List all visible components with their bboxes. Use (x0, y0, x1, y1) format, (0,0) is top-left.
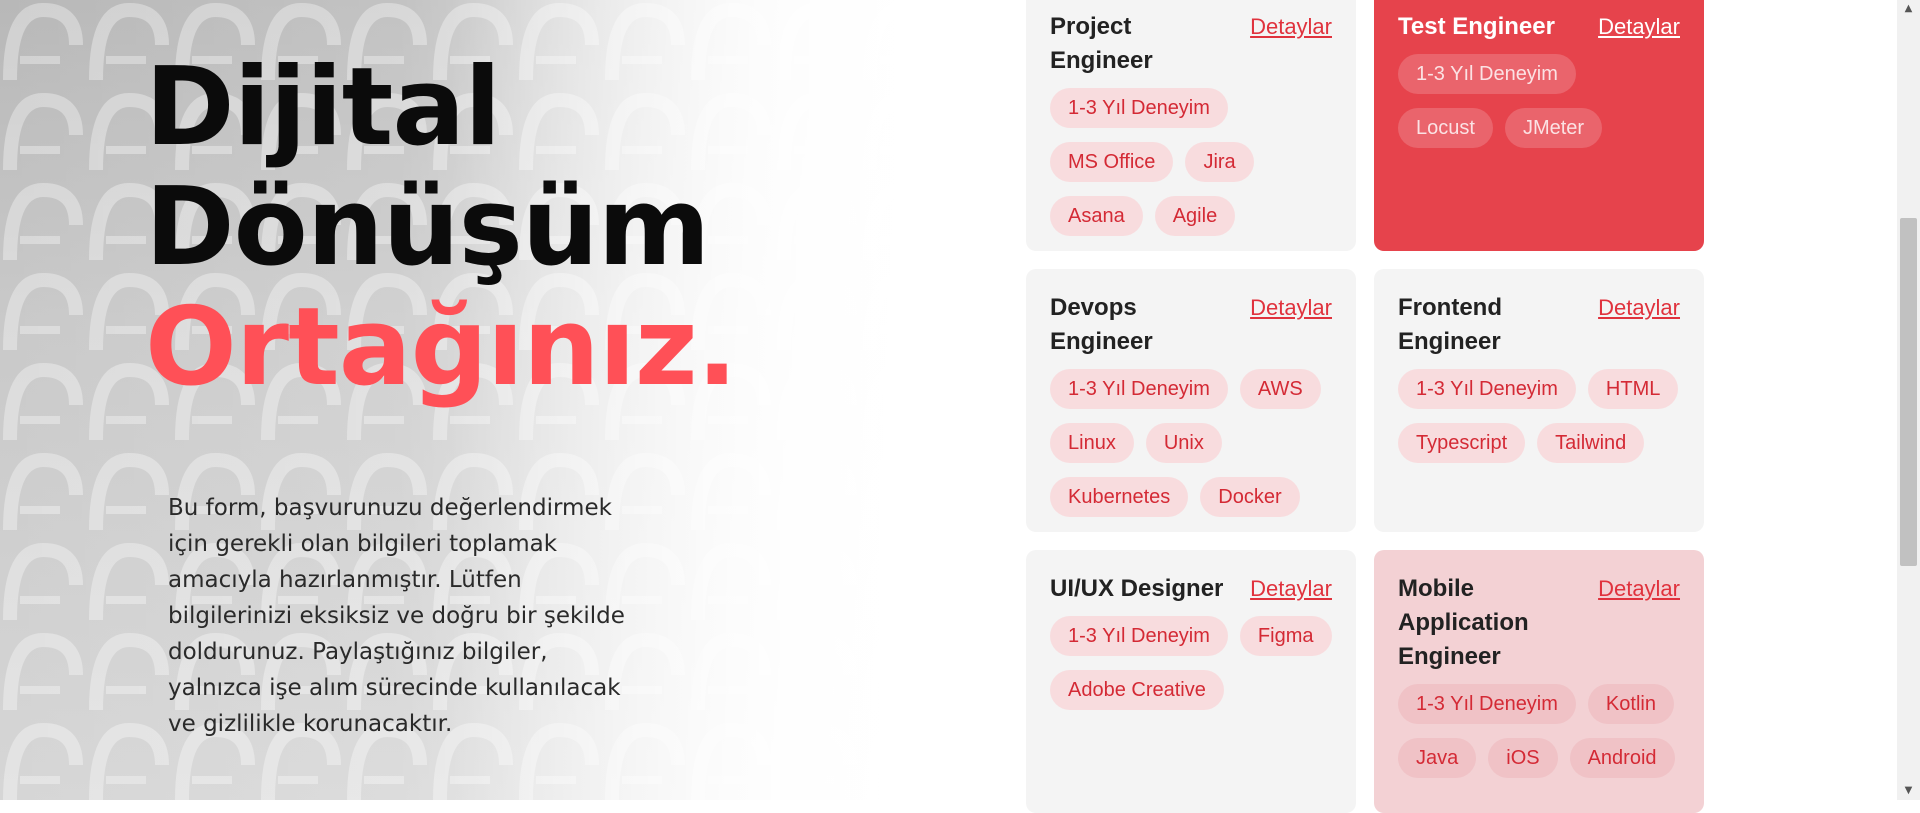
job-card-frontend-engineer: Frontend Engineer Detaylar 1-3 Yıl Deney… (1374, 269, 1704, 532)
tag-list: 1-3 Yıl Deneyim MS Office Jira Asana Agi… (1050, 88, 1332, 236)
details-link[interactable]: Detaylar (1250, 10, 1332, 44)
title-line-2: Dönüşüm (145, 165, 710, 290)
tag: Jira (1185, 142, 1254, 182)
job-card-project-engineer: Project Engineer Detaylar 1-3 Yıl Deneyi… (1026, 0, 1356, 251)
tag: 1-3 Yıl Deneyim (1050, 88, 1228, 128)
tag: Tailwind (1537, 423, 1645, 463)
tag: Kotlin (1587, 684, 1674, 724)
tag: Docker (1200, 477, 1300, 517)
tag: Adobe Creative (1050, 670, 1224, 710)
tag-list: 1-3 Yıl Deneyim Figma Adobe Creative (1050, 616, 1332, 710)
details-link[interactable]: Detaylar (1598, 10, 1680, 44)
tag: Kubernetes (1050, 477, 1189, 517)
tag: Unix (1145, 423, 1222, 463)
job-title: Test Engineer (1398, 13, 1555, 40)
job-cards-grid: Project Engineer Detaylar 1-3 Yıl Deneyi… (1026, 0, 1704, 813)
job-title: Mobile Application Engineer (1398, 575, 1529, 670)
tag: Typescript (1398, 423, 1526, 463)
job-card-mobile-application-engineer: Mobile Application Engineer Detaylar 1-3… (1374, 550, 1704, 813)
job-title: UI/UX Designer (1050, 575, 1224, 602)
tag: Agile (1154, 196, 1236, 236)
tag: Locust (1398, 108, 1493, 148)
details-link[interactable]: Detaylar (1250, 291, 1332, 325)
scroll-up-icon[interactable]: ▲ (1897, 0, 1920, 18)
tag: JMeter (1504, 108, 1603, 148)
job-card-devops-engineer: Devops Engineer Detaylar 1-3 Yıl Deneyim… (1026, 269, 1356, 532)
tag: MS Office (1050, 142, 1174, 182)
job-title: Project Engineer (1050, 13, 1153, 74)
details-link[interactable]: Detaylar (1250, 572, 1332, 606)
tag: 1-3 Yıl Deneyim (1398, 54, 1576, 94)
tag: 1-3 Yıl Deneyim (1050, 616, 1228, 656)
vertical-scrollbar[interactable]: ▲ ▼ (1897, 0, 1920, 800)
details-link[interactable]: Detaylar (1598, 572, 1680, 606)
intro-text: Bu form, başvurunuzu değerlendirmek için… (168, 495, 625, 737)
tag-list: 1-3 Yıl Deneyim Kotlin Java iOS Android (1398, 684, 1680, 778)
job-title: Devops Engineer (1050, 294, 1153, 355)
title-line-3: Ortağınız. (145, 285, 738, 410)
tag: 1-3 Yıl Deneyim (1050, 369, 1228, 409)
tag: 1-3 Yıl Deneyim (1398, 369, 1576, 409)
tag: Android (1569, 738, 1675, 778)
title-line-1: Dijital (145, 45, 501, 170)
tag: Java (1398, 738, 1477, 778)
job-card-uiux-designer: UI/UX Designer Detaylar 1-3 Yıl Deneyim … (1026, 550, 1356, 813)
scroll-down-icon[interactable]: ▼ (1897, 782, 1920, 800)
tag: Linux (1050, 423, 1134, 463)
details-link[interactable]: Detaylar (1598, 291, 1680, 325)
scrollbar-thumb[interactable] (1900, 218, 1917, 566)
tag-list: 1-3 Yıl Deneyim Locust JMeter (1398, 54, 1680, 148)
tag-list: 1-3 Yıl Deneyim HTML Typescript Tailwind (1398, 369, 1680, 463)
tag: iOS (1488, 738, 1558, 778)
tag: Figma (1239, 616, 1332, 656)
tag: AWS (1239, 369, 1321, 409)
tag: 1-3 Yıl Deneyim (1398, 684, 1576, 724)
tag-list: 1-3 Yıl Deneyim AWS Linux Unix Kubernete… (1050, 369, 1332, 517)
tag: Asana (1050, 196, 1143, 236)
page-title: Dijital Dönüşüm Ortağınız. (145, 45, 738, 410)
job-title: Frontend Engineer (1398, 294, 1502, 355)
tag: HTML (1587, 369, 1679, 409)
job-card-test-engineer: Test Engineer Detaylar 1-3 Yıl Deneyim L… (1374, 0, 1704, 251)
